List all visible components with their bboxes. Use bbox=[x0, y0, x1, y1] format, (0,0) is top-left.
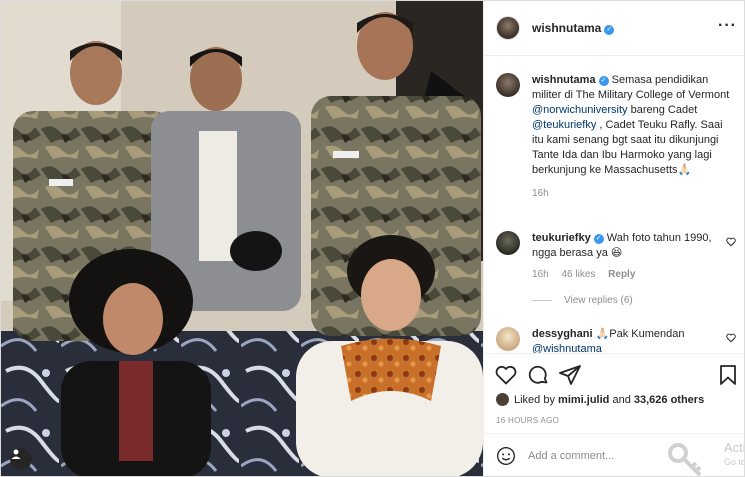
key-watermark-icon bbox=[668, 443, 702, 476]
comment-input[interactable] bbox=[528, 450, 668, 462]
comment-time: 16h bbox=[532, 269, 549, 280]
verified-badge-icon: ✓ bbox=[604, 25, 615, 35]
view-replies-button[interactable]: View replies (6) bbox=[532, 295, 633, 306]
comment-body: 🙏🏻Pak Kumendan bbox=[595, 328, 685, 340]
post-author-name[interactable]: wishnutama bbox=[532, 21, 601, 35]
mention-link[interactable]: @teukuriefky bbox=[532, 119, 596, 131]
caption-username[interactable]: wishnutama bbox=[532, 74, 596, 86]
post-sidebar: wishnutama ✓ ··· wishnutama ✓ Semasa pendi… bbox=[483, 1, 745, 476]
caption-text-part: bareng Cadet bbox=[627, 104, 698, 116]
photo-illustration bbox=[1, 1, 483, 476]
comment-icon[interactable] bbox=[526, 363, 550, 387]
comment-item: dessyghani 🙏🏻Pak Kumendan @wishnutama bbox=[496, 327, 736, 353]
avatar bbox=[496, 393, 509, 406]
comment-likes[interactable]: 46 likes bbox=[561, 269, 595, 280]
tagged-user-icon[interactable] bbox=[10, 448, 32, 470]
view-replies-label: View replies (6) bbox=[564, 295, 633, 306]
comment-text: dessyghani 🙏🏻Pak Kumendan @wishnutama bbox=[532, 327, 736, 353]
post-author[interactable]: wishnutama ✓ bbox=[532, 21, 615, 35]
caption-text: wishnutama ✓ Semasa pendidikan militer di… bbox=[532, 73, 736, 178]
heart-icon[interactable] bbox=[726, 333, 736, 343]
post-photo[interactable] bbox=[1, 1, 483, 476]
mention-link[interactable]: @wishnutama bbox=[532, 343, 602, 353]
avatar[interactable] bbox=[496, 327, 520, 351]
likes-user[interactable]: mimi.julid bbox=[558, 394, 609, 406]
avatar[interactable] bbox=[496, 73, 520, 97]
smiley-icon[interactable] bbox=[496, 446, 516, 466]
caption-time: 16h bbox=[532, 188, 549, 199]
instagram-post-window: wishnutama ✓ ··· wishnutama ✓ Semasa pendi… bbox=[0, 0, 745, 477]
heart-icon[interactable] bbox=[494, 363, 518, 387]
likes-summary[interactable]: Liked by mimi.julid and 33,626 others bbox=[496, 393, 704, 406]
watermark-line1: Acti bbox=[723, 440, 745, 455]
post-actions bbox=[484, 353, 744, 397]
activation-watermark: Acti Go to bbox=[723, 440, 745, 469]
comment-item: teukuriefky ✓ Wah foto tahun 1990, ngga b… bbox=[496, 231, 736, 280]
watermark-line2: Go to bbox=[723, 457, 745, 467]
comment-username[interactable]: dessyghani bbox=[532, 328, 593, 340]
likes-count[interactable]: 33,626 others bbox=[634, 394, 704, 406]
avatar[interactable] bbox=[496, 231, 520, 255]
post-header: wishnutama ✓ ··· bbox=[484, 1, 744, 56]
more-options-icon[interactable]: ··· bbox=[718, 17, 737, 35]
bookmark-icon[interactable] bbox=[716, 363, 740, 387]
caption: wishnutama ✓ Semasa pendidikan militer di… bbox=[496, 73, 736, 199]
comment-text: teukuriefky ✓ Wah foto tahun 1990, ngga b… bbox=[532, 231, 736, 261]
comment-username[interactable]: teukuriefky bbox=[532, 232, 591, 244]
comments-list: wishnutama ✓ Semasa pendidikan militer di… bbox=[484, 57, 744, 353]
likes-middle: and bbox=[612, 393, 631, 406]
divider bbox=[532, 300, 552, 301]
post-timestamp[interactable]: 16 HOURS AGO bbox=[496, 416, 559, 425]
verified-badge-icon: ✓ bbox=[593, 234, 604, 244]
caption-meta: 16h bbox=[532, 188, 736, 199]
paper-plane-icon[interactable] bbox=[558, 363, 582, 387]
mention-link[interactable]: @norwichuniversity bbox=[532, 104, 628, 116]
heart-icon[interactable] bbox=[726, 237, 736, 247]
reply-button[interactable]: Reply bbox=[608, 269, 635, 280]
comment-meta: 16h 46 likes Reply bbox=[532, 269, 736, 280]
avatar[interactable] bbox=[496, 16, 520, 40]
person-icon bbox=[11, 449, 21, 459]
likes-prefix: Liked by bbox=[514, 393, 555, 406]
verified-badge-icon: ✓ bbox=[598, 76, 609, 86]
